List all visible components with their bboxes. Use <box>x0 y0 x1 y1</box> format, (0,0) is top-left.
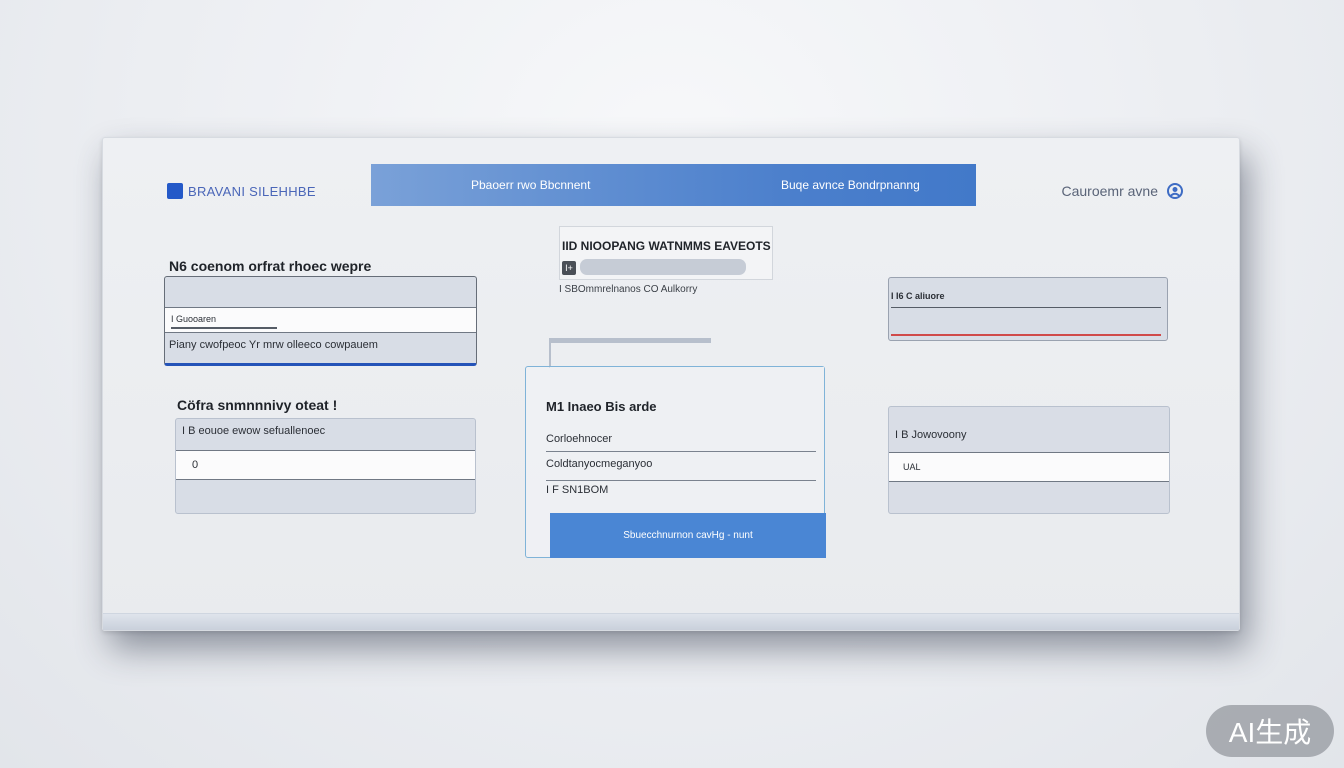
nav-tab-1[interactable]: Pbaoerr rwo Bbcnnent <box>471 178 590 192</box>
connector-line-vertical <box>549 338 551 368</box>
middle-info-box: IID NIOOPANG WATNMMS EAVEOTS I+ <box>559 226 773 280</box>
main-card: BRAVANI SILEHHBE Pbaoerr rwo Bbcnnent Bu… <box>102 137 1240 631</box>
user-menu[interactable]: Cauroemr avne <box>1062 182 1185 200</box>
left-top-input-underline <box>171 327 277 329</box>
ai-generated-watermark: AI生成 <box>1206 705 1334 757</box>
dialog-field-2[interactable]: Coldtanyocmeganyoo <box>546 458 652 470</box>
dialog-separator <box>546 480 816 481</box>
dialog-field-3: I F SN1BOM <box>546 484 609 496</box>
left-top-form: I Guooaren Piany cwofpeoc Yr mrw olleeco… <box>164 276 477 366</box>
left-top-input[interactable]: I Guooaren <box>165 307 476 333</box>
middle-subtext: I SBOmmrelnanos CO Aulkorry <box>559 284 698 295</box>
brand-logo-icon <box>167 183 183 199</box>
middle-title: IID NIOOPANG WATNMMS EAVEOTS <box>562 239 771 253</box>
middle-progress-bar <box>580 259 746 275</box>
left-top-hint: Piany cwofpeoc Yr mrw olleeco cowpauem <box>169 339 378 351</box>
card-footer-edge <box>103 613 1239 630</box>
top-navbar: Pbaoerr rwo Bbcnnent Buqe avnce Bondrpna… <box>371 164 976 206</box>
left-bottom-input-value: 0 <box>192 459 199 471</box>
dialog-submit-button[interactable]: Sbuecchnurnon cavHg - nunt <box>550 513 826 558</box>
left-bottom-form: I B eouoe ewow sefuallenoec 0 <box>175 418 476 514</box>
left-top-input-value: I Guooaren <box>171 314 217 324</box>
right-top-label: I I6 C aliuore <box>891 291 945 301</box>
left-bottom-label: Cöfra snmnnnivy oteat ! <box>177 397 338 413</box>
connector-line <box>549 338 711 343</box>
left-top-label: N6 coenom orfrat rhoec wepre <box>169 258 372 274</box>
left-bottom-input[interactable]: 0 <box>176 450 475 480</box>
details-dialog: M1 Inaeo Bis arde Corloehnocer Coldtanyo… <box>525 366 826 558</box>
user-avatar-icon <box>1167 183 1183 199</box>
dialog-title: M1 Inaeo Bis arde <box>546 399 657 414</box>
nav-tab-2[interactable]: Buqe avnce Bondrpnanng <box>781 178 920 192</box>
left-bottom-header: I B eouoe ewow sefuallenoec <box>182 425 326 437</box>
right-bottom-header: I B Jowovoony <box>895 429 967 441</box>
right-bottom-input[interactable]: UAL <box>889 452 1169 482</box>
dialog-separator <box>546 451 816 452</box>
right-bottom-input-value: UAL <box>903 462 921 472</box>
brand-name: BRAVANI SILEHHBE <box>188 183 316 199</box>
right-top-form: I I6 C aliuore <box>888 277 1168 341</box>
user-name: Cauroemr avne <box>1061 183 1159 199</box>
right-bottom-form: I B Jowovoony UAL <box>888 406 1170 514</box>
right-top-error-line <box>891 334 1161 336</box>
middle-chip: I+ <box>562 261 576 275</box>
right-top-divider <box>891 307 1161 308</box>
brand[interactable]: BRAVANI SILEHHBE <box>167 183 316 199</box>
dialog-field-1: Corloehnocer <box>546 433 613 445</box>
